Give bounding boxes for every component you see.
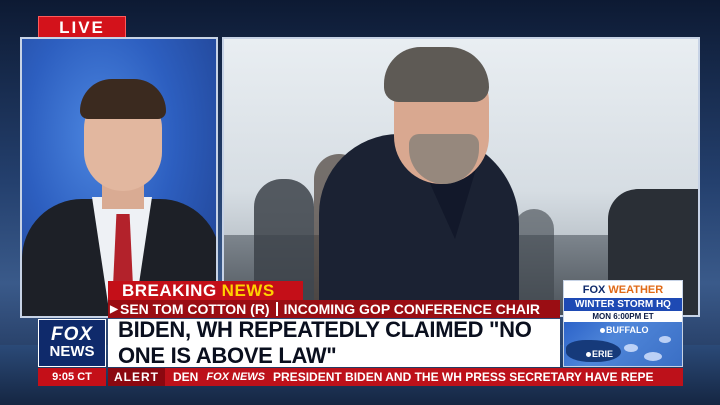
ticker-text: PRESIDENT BIDEN AND THE WH PRESS SECRETA… bbox=[273, 370, 654, 384]
news-word: NEWS bbox=[221, 281, 275, 300]
guest-title: INCOMING GOP CONFERENCE CHAIR bbox=[283, 301, 541, 317]
guest-name-line: ▶ SEN TOM COTTON (R) INCOMING GOP CONFER… bbox=[108, 300, 560, 318]
weather-brand-word: WEATHER bbox=[608, 283, 664, 296]
time-display: 9:05 CT bbox=[38, 368, 106, 386]
city-marker bbox=[600, 328, 605, 333]
breaking-word: BREAKING bbox=[122, 281, 217, 300]
city-label-erie: ERIE bbox=[592, 349, 614, 359]
guest-hair bbox=[80, 79, 166, 119]
city-marker bbox=[586, 352, 591, 357]
city-label-buffalo: BUFFALO bbox=[606, 325, 649, 335]
guest-name: SEN TOM COTTON (R) bbox=[120, 301, 270, 317]
fox-weather-logo: FOX WEATHER bbox=[564, 281, 682, 298]
weather-time: MON 6:00PM ET bbox=[564, 311, 682, 322]
weather-box: FOX WEATHER WINTER STORM HQ MON 6:00PM E… bbox=[563, 280, 683, 367]
logo-fox-text: FOX bbox=[50, 324, 94, 345]
snow-band bbox=[624, 344, 638, 352]
winter-storm-title: WINTER STORM HQ bbox=[564, 298, 682, 311]
footage-video-box bbox=[222, 37, 700, 317]
breaking-news-banner: BREAKING NEWS bbox=[108, 281, 303, 301]
ticker-brand: FOX NEWS bbox=[206, 371, 266, 383]
separator bbox=[275, 302, 278, 316]
headline-bar: BIDEN, WH REPEATEDLY CLAIMED "NO ONE IS … bbox=[108, 317, 560, 368]
logo-news-text: NEWS bbox=[49, 343, 95, 360]
weather-map: BUFFALO ERIE bbox=[564, 322, 682, 366]
snow-band bbox=[659, 336, 671, 343]
ticker-previous-text: DEN bbox=[173, 370, 199, 384]
weather-brand: FOX bbox=[582, 283, 606, 296]
snow-band bbox=[644, 352, 662, 361]
guest-video-box bbox=[20, 37, 218, 318]
fox-news-logo: FOX NEWS bbox=[38, 319, 106, 367]
headline-text: BIDEN, WH REPEATEDLY CLAIMED "NO ONE IS … bbox=[118, 317, 532, 368]
chevron-right-icon: ▶ bbox=[110, 303, 118, 315]
subject-hair bbox=[384, 47, 489, 102]
news-ticker: ALERT DEN FOX NEWS PRESIDENT BIDEN AND T… bbox=[108, 368, 683, 386]
ticker-alert-label: ALERT bbox=[108, 368, 165, 386]
